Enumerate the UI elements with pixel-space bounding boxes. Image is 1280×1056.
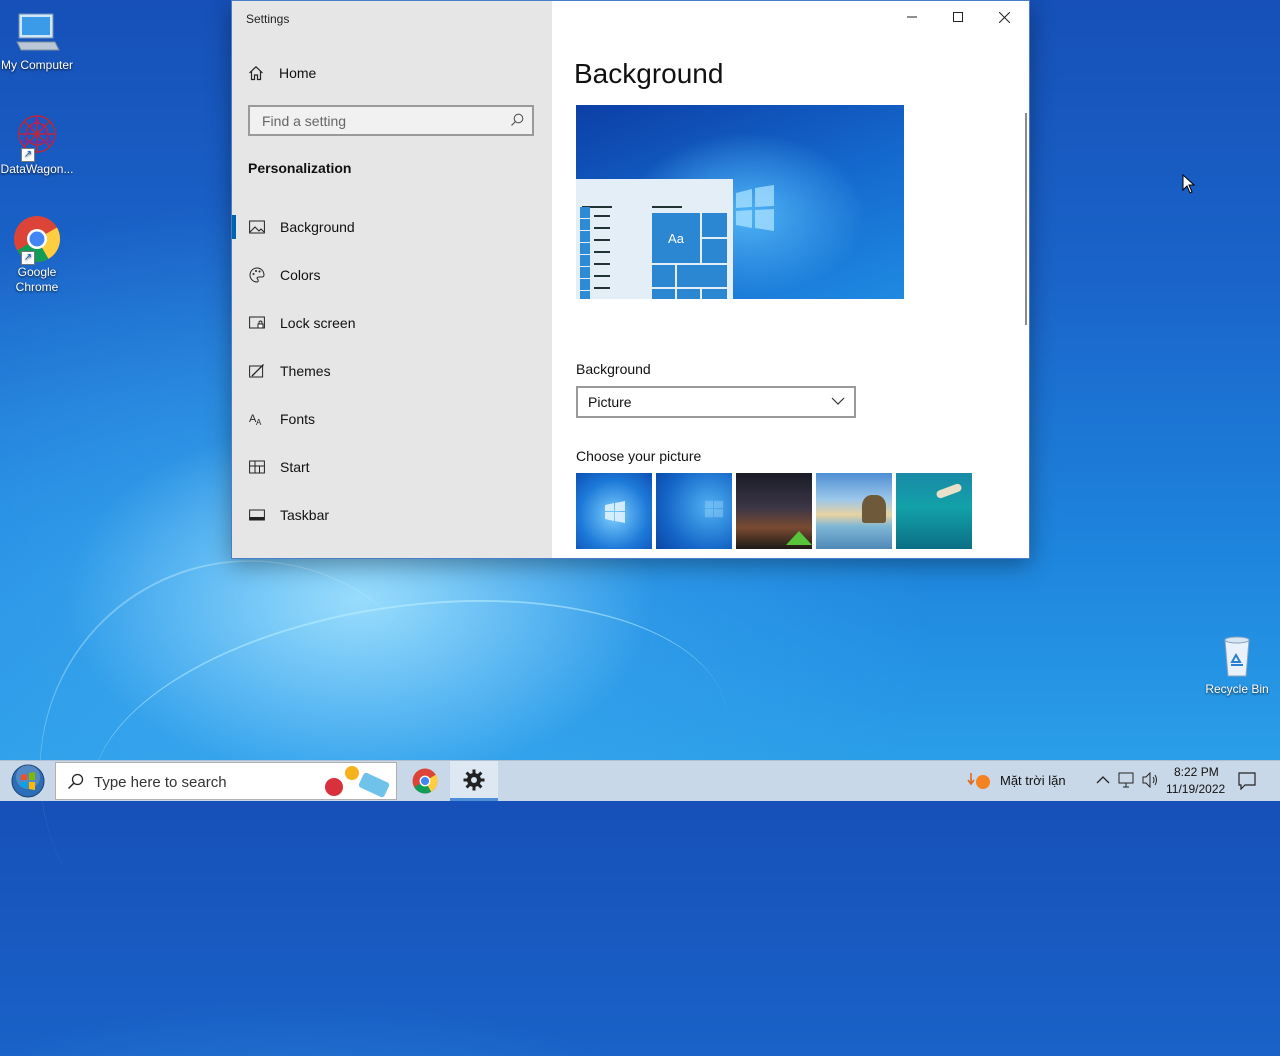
picture-thumb-beach[interactable]: [816, 473, 892, 549]
search-icon: [68, 773, 84, 789]
preview-tile-text: Aa: [652, 213, 700, 263]
sidebar-item-label: Fonts: [280, 411, 316, 427]
maximize-button[interactable]: [935, 1, 981, 33]
sidebar-item-label: Themes: [280, 363, 331, 379]
page-title: Background: [574, 58, 724, 89]
taskbar-chrome-button[interactable]: [401, 761, 449, 801]
chrome-icon: ↗: [13, 215, 61, 265]
taskbar-settings-button[interactable]: [450, 761, 498, 801]
gear-icon: [463, 769, 485, 790]
home-label: Home: [279, 65, 317, 81]
dropdown-value: Picture: [588, 394, 632, 410]
home-link[interactable]: Home: [248, 65, 316, 81]
notification-icon[interactable]: [1238, 772, 1256, 790]
sidebar-item-label: Start: [280, 459, 310, 475]
start-icon: [248, 458, 266, 476]
desktop-icon-label: Recycle Bin: [1205, 682, 1269, 696]
minimize-button[interactable]: [889, 1, 935, 33]
windows-start-orb-icon: [11, 764, 45, 798]
picture-icon: [248, 218, 266, 236]
desktop-icon-label: DataWagon...: [0, 162, 74, 176]
lock-screen-icon: [248, 314, 266, 332]
background-preview: Aa: [576, 105, 904, 299]
desktop-icon-label: My Computer: [0, 58, 74, 72]
sidebar-item-label: Background: [280, 219, 355, 235]
picture-thumb-windows-blue[interactable]: [656, 473, 732, 549]
windows-logo-icon: [605, 501, 625, 523]
windows-logo-icon: [736, 185, 774, 231]
sidebar-item-colors[interactable]: Colors: [232, 253, 552, 297]
palette-icon: [248, 266, 266, 284]
sidebar-item-taskbar[interactable]: Taskbar: [232, 493, 552, 537]
shortcut-arrow-icon: ↗: [21, 148, 35, 162]
start-button[interactable]: [4, 761, 52, 801]
taskbar-search-box[interactable]: Type here to search: [55, 762, 397, 800]
maximize-icon: [953, 12, 963, 22]
window-title: Settings: [246, 12, 290, 26]
settings-sidebar: Settings Home Personalization Background: [232, 1, 552, 558]
sunset-weather-icon[interactable]: [967, 771, 991, 791]
fonts-icon: AA: [248, 410, 266, 428]
sidebar-item-start[interactable]: Start: [232, 445, 552, 489]
chevron-up-icon[interactable]: [1096, 774, 1110, 786]
sidebar-item-background[interactable]: Background: [232, 205, 552, 249]
svg-text:A: A: [256, 418, 262, 427]
background-type-dropdown[interactable]: Picture: [576, 386, 856, 418]
sidebar-item-fonts[interactable]: AA Fonts: [232, 397, 552, 441]
recycle-bin-icon: [1213, 632, 1261, 680]
desktop-icon-recycle-bin[interactable]: Recycle Bin: [1200, 632, 1274, 697]
desktop-icon-label: Google Chrome: [15, 265, 59, 294]
desktop-icon-google-chrome[interactable]: ↗ Google Chrome: [0, 215, 74, 295]
network-icon[interactable]: [1118, 772, 1136, 788]
computer-icon: [13, 8, 61, 56]
search-input[interactable]: [260, 112, 504, 130]
picture-thumb-underwater[interactable]: [896, 473, 972, 549]
sidebar-item-label: Lock screen: [280, 315, 356, 331]
chevron-down-icon: [831, 397, 845, 405]
home-icon: [249, 65, 263, 81]
preview-window: Aa: [576, 179, 733, 299]
weather-text[interactable]: Mặt trời lặn: [1000, 773, 1066, 788]
minimize-icon: [907, 16, 917, 18]
content-scrollbar[interactable]: [1025, 113, 1027, 325]
close-icon: [998, 11, 1010, 23]
picture-thumb-windows-light[interactable]: [576, 473, 652, 549]
settings-window: Settings Home Personalization Background: [231, 0, 1030, 559]
sidebar-item-lock-screen[interactable]: Lock screen: [232, 301, 552, 345]
windows-logo-icon: [704, 500, 724, 518]
shortcut-arrow-icon: ↗: [21, 251, 35, 265]
sidebar-item-label: Taskbar: [280, 507, 330, 523]
section-title: Personalization: [248, 160, 352, 176]
find-setting-search[interactable]: [248, 105, 534, 136]
volume-icon[interactable]: [1142, 772, 1160, 788]
themes-icon: [248, 362, 266, 380]
clock-date[interactable]: 11/19/2022: [1166, 782, 1225, 796]
clock-time[interactable]: 8:22 PM: [1174, 765, 1219, 779]
sidebar-item-themes[interactable]: Themes: [232, 349, 552, 393]
taskbar-icon: [248, 506, 266, 524]
choose-picture-label: Choose your picture: [576, 448, 702, 464]
mouse-cursor-icon: [1182, 174, 1196, 194]
settings-content: Background Aa Background Picture Choose …: [552, 1, 1029, 558]
background-type-label: Background: [576, 361, 651, 377]
datawagon-icon: ↗: [13, 112, 61, 162]
desktop-icon-my-computer[interactable]: My Computer: [0, 8, 74, 73]
desktop-icon-datawagon[interactable]: ↗ DataWagon...: [0, 112, 74, 177]
close-button[interactable]: [981, 1, 1027, 33]
taskbar-search-placeholder: Type here to search: [94, 774, 227, 791]
search-highlight-icon: [325, 766, 390, 798]
chrome-icon: [412, 768, 438, 794]
search-icon: [511, 113, 524, 126]
taskbar: Type here to search Mặt trời lặn 8:22 PM…: [0, 760, 1280, 801]
picture-thumb-night-sky[interactable]: [736, 473, 812, 549]
sidebar-item-label: Colors: [280, 267, 321, 283]
